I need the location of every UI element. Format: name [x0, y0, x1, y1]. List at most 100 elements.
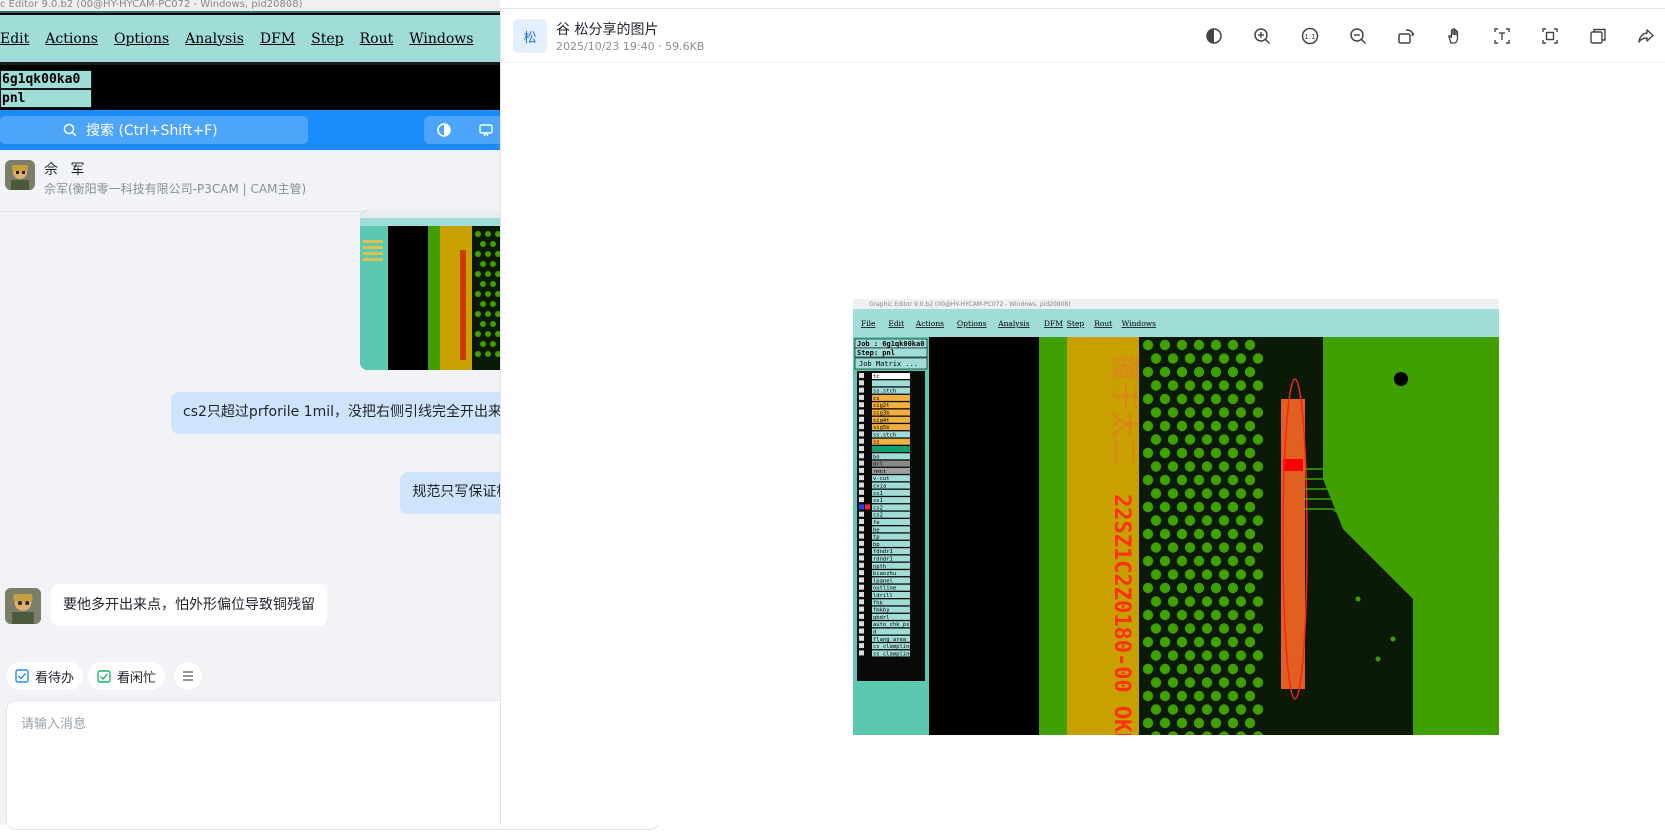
- preview-via-dot: [1176, 339, 1188, 351]
- preview-via-dot: [1159, 501, 1171, 513]
- cam-menu-windows[interactable]: Windows: [401, 31, 481, 47]
- preview-via-dot: [1184, 704, 1196, 715]
- preview-via-dot: [1235, 434, 1247, 445]
- preview-small-via: [1450, 436, 1456, 442]
- preview-image[interactable]: Graphic Editor 9.0.b2 (00@HY-HYCAM-PC072…: [853, 299, 1499, 735]
- copy-icon[interactable]: [1588, 26, 1608, 46]
- preview-via-dot: [1201, 407, 1213, 418]
- calendar-check-icon: [97, 670, 111, 683]
- hand-icon[interactable]: [1444, 26, 1464, 46]
- preview-via-dot: [1176, 582, 1188, 594]
- preview-via-dot: [1142, 663, 1154, 675]
- zoom-in-icon[interactable]: [1252, 26, 1272, 46]
- text-recognize-icon[interactable]: [1492, 26, 1512, 46]
- preview-layer-name: cs2: [873, 505, 883, 511]
- zoom-out-icon[interactable]: [1348, 26, 1368, 46]
- preview-menu-item: Analysis: [997, 319, 1030, 328]
- preview-via-dot: [1176, 366, 1188, 378]
- peer-avatar[interactable]: [5, 588, 41, 624]
- preview-via-dot: [1159, 474, 1171, 486]
- preview-layer-name: rmnt: [873, 469, 886, 475]
- preview-layer-name: fdndr1: [873, 549, 893, 555]
- more-actions-button[interactable]: [174, 662, 202, 690]
- preview-layer-name: fhk: [873, 600, 884, 606]
- preview-via-dot: [1235, 461, 1247, 472]
- preview-via-dot: [1167, 407, 1179, 418]
- share-icon[interactable]: [1636, 26, 1656, 46]
- screen-share-icon[interactable]: [478, 122, 494, 138]
- preview-via-dot: [1210, 420, 1222, 432]
- screenshot-icon[interactable]: [1540, 26, 1560, 46]
- preview-menu-item: Windows: [1122, 319, 1157, 328]
- preview-via-dot: [1167, 488, 1179, 499]
- cam-menu-step[interactable]: Step: [303, 31, 351, 47]
- preview-layer-checkbox: [859, 373, 864, 378]
- preview-via-dot: [1142, 393, 1154, 405]
- preview-via-dot: [1184, 461, 1196, 472]
- refresh-icon[interactable]: [436, 122, 452, 138]
- preview-via-dot: [1150, 596, 1162, 607]
- preview-via-dot: [1235, 407, 1247, 418]
- viewer-avatar[interactable]: 松: [513, 19, 547, 53]
- preview-via-dot: [1235, 596, 1247, 607]
- preview-via-dot: [1210, 447, 1222, 459]
- preview-via-dot: [1142, 717, 1154, 729]
- contact-avatar[interactable]: [5, 160, 35, 190]
- preview-layer-checkbox: [859, 475, 864, 481]
- busy-chip[interactable]: 看闲忙: [88, 662, 166, 690]
- preview-small-via: [1480, 586, 1486, 592]
- cam-menu-dfm[interactable]: DFM: [252, 31, 303, 47]
- rotate-icon[interactable]: [1396, 26, 1416, 46]
- preview-via-dot: [1227, 609, 1239, 621]
- cam-menu-actions[interactable]: Actions: [37, 31, 106, 47]
- preview-via-dot: [1150, 650, 1162, 661]
- preview-layer-checkbox: [859, 621, 864, 627]
- preview-via-dot: [1167, 569, 1179, 580]
- preview-via-dot: [1193, 420, 1205, 432]
- preview-via-dot: [1201, 461, 1213, 472]
- preview-menu-item: DFM: [1044, 319, 1063, 328]
- fit-icon[interactable]: 1:1: [1300, 26, 1320, 46]
- preview-via-dot: [1218, 650, 1230, 661]
- preview-layer-checkbox: [859, 533, 864, 539]
- preview-via-dot: [1184, 596, 1196, 607]
- preview-via-dot: [1201, 677, 1213, 688]
- preview-via-dot: [1184, 542, 1196, 553]
- preview-via-dot: [1201, 704, 1213, 715]
- message-bubble-incoming[interactable]: 要他多开出来点，怕外形偏位导致铜残留: [51, 584, 327, 626]
- preview-via-dot: [1210, 663, 1222, 675]
- preview-via-dot: [1184, 353, 1196, 364]
- preview-layer-name: bo: [873, 454, 880, 460]
- preview-via-dot: [1201, 515, 1213, 526]
- preview-layer-checkbox: [859, 650, 864, 656]
- todo-chip[interactable]: 看待办: [6, 662, 84, 690]
- preview-via-dot: [1227, 717, 1239, 729]
- contrast-icon[interactable]: [1204, 26, 1224, 46]
- preview-via-dot: [1210, 690, 1222, 702]
- cam-menu-edit[interactable]: Edit: [0, 31, 37, 47]
- cam-menu-options[interactable]: Options: [106, 31, 177, 47]
- preview-via-dot: [1252, 488, 1264, 499]
- preview-layer-checkbox: [859, 402, 864, 408]
- image-viewer: 松 谷 松分享的图片 2025/10/23 19:40 · 59.6KB 1:1…: [500, 8, 1665, 825]
- cam-menu-analysis[interactable]: Analysis: [177, 31, 252, 47]
- preview-via-dot: [1150, 623, 1162, 634]
- preview-via-dot: [1218, 515, 1230, 526]
- preview-via-dot: [1210, 717, 1222, 729]
- preview-via-dot: [1252, 623, 1264, 634]
- preview-via-dot: [1193, 393, 1205, 405]
- preview-layer-name: tc: [873, 374, 880, 380]
- search-input[interactable]: 搜索 (Ctrl+Shift+F): [0, 116, 308, 144]
- preview-title: Graphic Editor 9.0.b2 (00@HY-HYCAM-PC072…: [869, 301, 1071, 308]
- preview-via-dot: [1244, 636, 1256, 648]
- preview-layer-checkbox: [859, 489, 864, 495]
- preview-via-dot: [1176, 555, 1188, 567]
- preview-via-dot: [1227, 528, 1239, 540]
- preview-layer-name: ss1: [873, 498, 883, 504]
- preview-via-dot: [1210, 393, 1222, 405]
- cam-menubar: Edit Actions Options Analysis DFM Step R…: [0, 15, 500, 65]
- preview-via-dot: [1201, 434, 1213, 445]
- preview-layer-checkbox: [859, 453, 864, 459]
- cam-menu-rout[interactable]: Rout: [352, 31, 402, 47]
- preview-via-dot: [1210, 636, 1222, 648]
